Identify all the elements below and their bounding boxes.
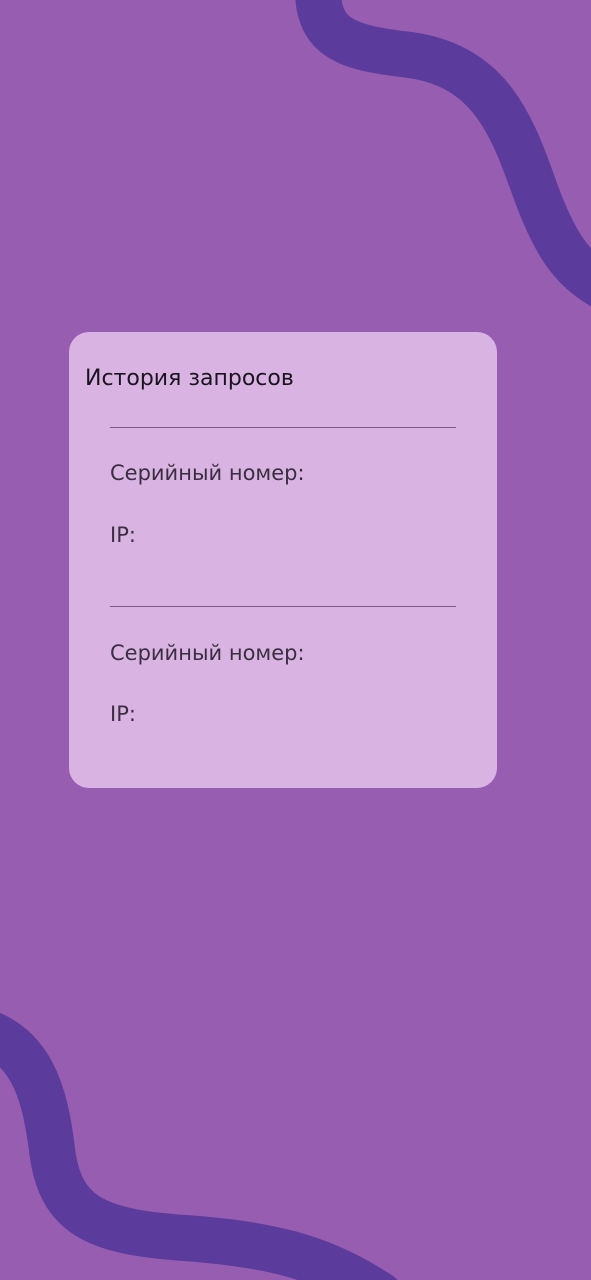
ip-label: IP: <box>110 702 136 726</box>
serial-number-label: Серийный номер: <box>110 641 305 665</box>
bottom-left-wave <box>0 1013 398 1280</box>
entry-divider <box>110 606 456 607</box>
ip-label: IP: <box>110 523 136 547</box>
request-history-card: История запросов Серийный номер: IP: Сер… <box>69 332 497 788</box>
card-title: История запросов <box>85 366 294 391</box>
serial-number-label: Серийный номер: <box>110 461 305 485</box>
entry-divider <box>110 427 456 428</box>
top-right-wave <box>295 0 591 306</box>
